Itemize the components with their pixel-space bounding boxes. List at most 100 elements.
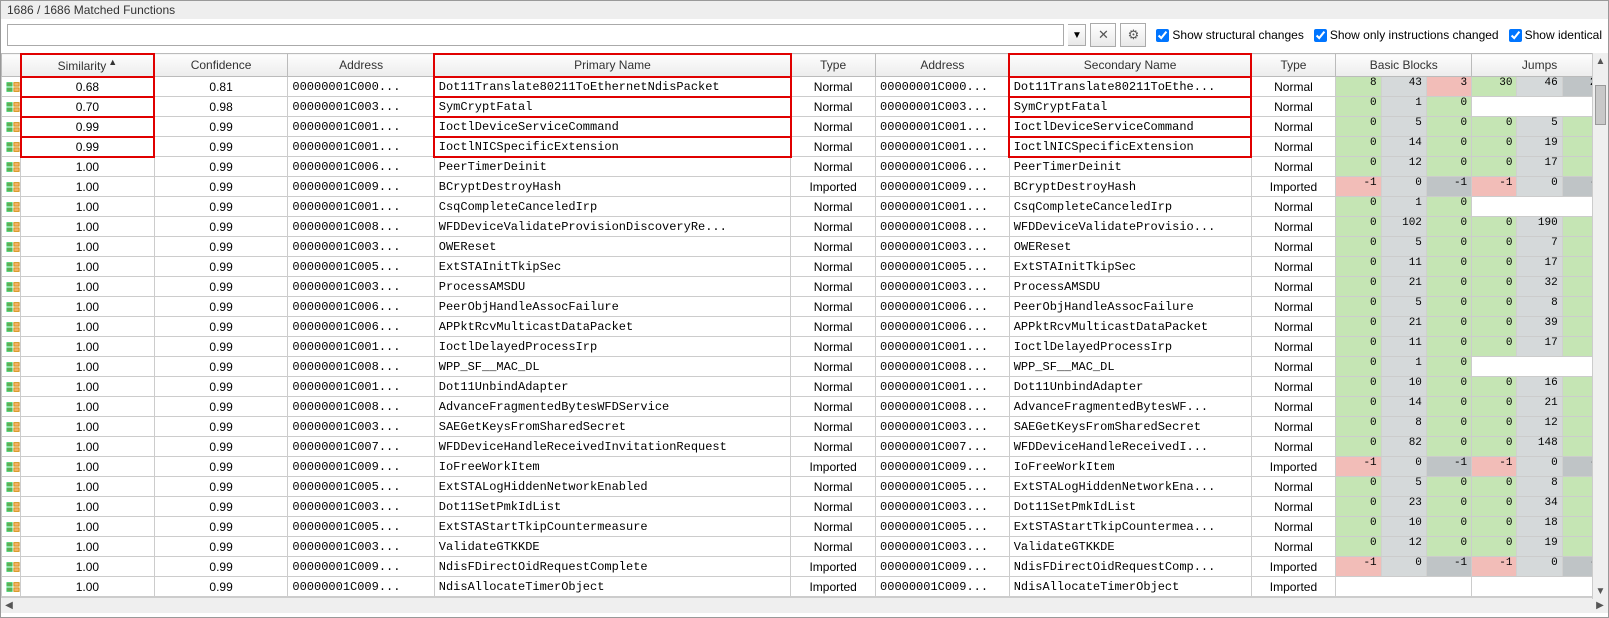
cell-secondary-name: AdvanceFragmentedBytesWF... — [1009, 397, 1251, 417]
scroll-thumb[interactable] — [1595, 85, 1606, 125]
table-row[interactable]: 1.000.9900000001C003...ValidateGTKKDENor… — [2, 537, 1608, 557]
table-row[interactable]: 1.000.9900000001C006...PeerTimerDeinitNo… — [2, 157, 1608, 177]
cell-jumps: 0170 — [1472, 337, 1608, 357]
cell-primary-name: PeerTimerDeinit — [434, 157, 790, 177]
col-type1[interactable]: Type — [791, 54, 876, 77]
col-address1[interactable]: Address — [288, 54, 434, 77]
table-row[interactable]: 1.000.9900000001C005...ExtSTAStartTkipCo… — [2, 517, 1608, 537]
checkbox-instructions[interactable]: Show only instructions changed — [1314, 28, 1499, 42]
table-row[interactable]: 1.000.9900000001C006...PeerObjHandleAsso… — [2, 297, 1608, 317]
cell-type2: Imported — [1251, 577, 1336, 597]
cell-jumps: 050 — [1472, 117, 1608, 137]
col-type2[interactable]: Type — [1251, 54, 1336, 77]
cell-jumps: 080 — [1472, 477, 1608, 497]
table-row[interactable]: 0.990.9900000001C001...IoctlDeviceServic… — [2, 117, 1608, 137]
table-row[interactable]: 1.000.9900000001C003...ProcessAMSDUNorma… — [2, 277, 1608, 297]
cell-type1: Imported — [791, 177, 876, 197]
row-icon — [2, 97, 21, 117]
row-icon — [2, 197, 21, 217]
cell-basic-blocks: 080 — [1336, 417, 1472, 437]
row-icon — [2, 137, 21, 157]
cell-jumps: 0340 — [1472, 497, 1608, 517]
row-icon — [2, 177, 21, 197]
cell-type2: Normal — [1251, 417, 1336, 437]
table-row[interactable]: 0.680.8100000001C000...Dot11Translate802… — [2, 77, 1608, 97]
cell-primary-name: ValidateGTKKDE — [434, 537, 790, 557]
cell-type1: Imported — [791, 557, 876, 577]
cell-confidence: 0.99 — [154, 457, 288, 477]
vertical-scrollbar[interactable]: ▲ ▼ — [1592, 53, 1608, 599]
scroll-up-arrow[interactable]: ▲ — [1593, 53, 1608, 69]
table-row[interactable]: 1.000.9900000001C009...NdisFDirectOidReq… — [2, 557, 1608, 577]
table-row[interactable]: 1.000.9900000001C007...WFDDeviceHandleRe… — [2, 437, 1608, 457]
cell-address1: 00000001C001... — [288, 197, 434, 217]
scroll-down-arrow[interactable]: ▼ — [1593, 583, 1608, 599]
cell-type2: Normal — [1251, 397, 1336, 417]
cell-similarity: 0.68 — [21, 77, 155, 97]
col-similarity[interactable]: Similarity▲ — [21, 54, 155, 77]
table-row[interactable]: 1.000.9900000001C005...ExtSTALogHiddenNe… — [2, 477, 1608, 497]
table-row[interactable]: 1.000.9900000001C008...WPP_SF__MAC_DLNor… — [2, 357, 1608, 377]
table-row[interactable]: 1.000.9900000001C005...ExtSTAInitTkipSec… — [2, 257, 1608, 277]
cell-type2: Normal — [1251, 497, 1336, 517]
horizontal-scrollbar[interactable]: ◀ ▶ — [1, 597, 1608, 613]
cell-basic-blocks: -10-1 — [1336, 457, 1472, 477]
cell-confidence: 0.99 — [154, 237, 288, 257]
search-input[interactable] — [8, 25, 1063, 45]
table-row[interactable]: 1.000.9900000001C001...Dot11UnbindAdapte… — [2, 377, 1608, 397]
table-row[interactable]: 1.000.9900000001C008...WFDDeviceValidate… — [2, 217, 1608, 237]
cell-confidence: 0.99 — [154, 317, 288, 337]
table-row[interactable]: 0.990.9900000001C001...IoctlNICSpecificE… — [2, 137, 1608, 157]
cell-secondary-name: PeerTimerDeinit — [1009, 157, 1251, 177]
table-row[interactable]: 1.000.9900000001C001...IoctlDelayedProce… — [2, 337, 1608, 357]
table-row[interactable]: 1.000.9900000001C003...SAEGetKeysFromSha… — [2, 417, 1608, 437]
col-address2[interactable]: Address — [876, 54, 1010, 77]
col-secondary-name[interactable]: Secondary Name — [1009, 54, 1251, 77]
table-row[interactable]: 1.000.9900000001C001...CsqCompleteCancel… — [2, 197, 1608, 217]
cell-confidence: 0.99 — [154, 137, 288, 157]
col-confidence[interactable]: Confidence — [154, 54, 288, 77]
cell-address1: 00000001C005... — [288, 477, 434, 497]
col-icon[interactable] — [2, 54, 21, 77]
col-jumps[interactable]: Jumps — [1472, 54, 1608, 77]
cell-type1: Normal — [791, 157, 876, 177]
settings-button[interactable]: ⚙ — [1120, 23, 1146, 47]
table-row[interactable]: 1.000.9900000001C009...IoFreeWorkItemImp… — [2, 457, 1608, 477]
row-icon — [2, 417, 21, 437]
cell-address1: 00000001C001... — [288, 117, 434, 137]
checkbox-structural-input[interactable] — [1156, 29, 1169, 42]
clear-button[interactable]: ✕ — [1090, 23, 1116, 47]
scroll-right-arrow[interactable]: ▶ — [1592, 598, 1608, 613]
cell-primary-name: IoFreeWorkItem — [434, 457, 790, 477]
table-row[interactable]: 1.000.9900000001C008...AdvanceFragmented… — [2, 397, 1608, 417]
table-row[interactable]: 1.000.9900000001C009...NdisAllocateTimer… — [2, 577, 1608, 597]
cell-address2: 00000001C007... — [876, 437, 1010, 457]
table-row[interactable]: 1.000.9900000001C003...Dot11SetPmkIdList… — [2, 497, 1608, 517]
table-row[interactable]: 1.000.9900000001C006...APPktRcvMulticast… — [2, 317, 1608, 337]
cell-address2: 00000001C006... — [876, 297, 1010, 317]
scroll-left-arrow[interactable]: ◀ — [1, 598, 17, 613]
cell-primary-name: ProcessAMSDU — [434, 277, 790, 297]
cell-address1: 00000001C003... — [288, 537, 434, 557]
checkbox-instructions-label: Show only instructions changed — [1330, 28, 1499, 42]
table-row[interactable]: 1.000.9900000001C003...OWEResetNormal000… — [2, 237, 1608, 257]
cell-confidence: 0.99 — [154, 257, 288, 277]
checkbox-identical[interactable]: Show identical — [1509, 28, 1602, 42]
table-row[interactable]: 0.700.9800000001C003...SymCryptFatalNorm… — [2, 97, 1608, 117]
checkbox-structural[interactable]: Show structural changes — [1156, 28, 1303, 42]
checkbox-instructions-input[interactable] — [1314, 29, 1327, 42]
cell-type1: Normal — [791, 257, 876, 277]
table-row[interactable]: 1.000.9900000001C009...BCryptDestroyHash… — [2, 177, 1608, 197]
functions-table[interactable]: Similarity▲ Confidence Address Primary N… — [1, 53, 1608, 597]
cell-primary-name: PeerObjHandleAssocFailure — [434, 297, 790, 317]
checkbox-identical-input[interactable] — [1509, 29, 1522, 42]
cell-similarity: 1.00 — [21, 297, 155, 317]
search-box[interactable] — [7, 24, 1064, 46]
cell-address2: 00000001C005... — [876, 477, 1010, 497]
cell-similarity: 1.00 — [21, 317, 155, 337]
col-primary-name[interactable]: Primary Name — [434, 54, 790, 77]
cell-address1: 00000001C006... — [288, 317, 434, 337]
search-dropdown-button[interactable]: ▼ — [1068, 24, 1086, 46]
col-basic-blocks[interactable]: Basic Blocks — [1336, 54, 1472, 77]
cell-similarity: 1.00 — [21, 237, 155, 257]
